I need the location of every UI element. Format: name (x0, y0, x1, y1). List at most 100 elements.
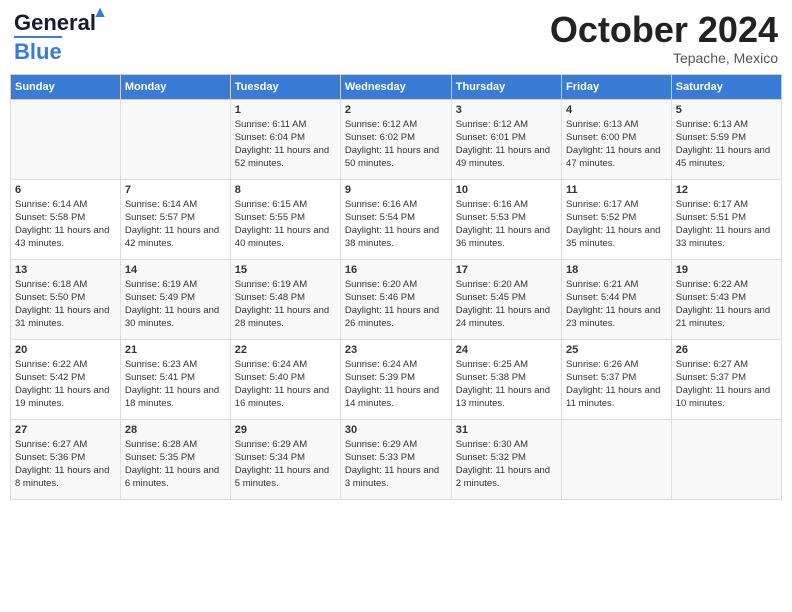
col-saturday: Saturday (671, 74, 781, 99)
sunset-text: Sunset: 5:55 PM (235, 211, 336, 224)
sunset-text: Sunset: 5:35 PM (125, 451, 226, 464)
day-info: Sunrise: 6:16 AM Sunset: 5:54 PM Dayligh… (345, 198, 447, 251)
table-row: 23 Sunrise: 6:24 AM Sunset: 5:39 PM Dayl… (340, 339, 451, 419)
daylight-text: Daylight: 11 hours and 21 minutes. (676, 304, 777, 331)
day-number: 19 (676, 264, 777, 276)
day-info: Sunrise: 6:22 AM Sunset: 5:42 PM Dayligh… (15, 358, 116, 411)
table-row: 19 Sunrise: 6:22 AM Sunset: 5:43 PM Dayl… (671, 259, 781, 339)
day-number: 26 (676, 344, 777, 356)
day-info: Sunrise: 6:29 AM Sunset: 5:34 PM Dayligh… (235, 438, 336, 491)
sunrise-text: Sunrise: 6:14 AM (15, 198, 116, 211)
sunset-text: Sunset: 5:49 PM (125, 291, 226, 304)
sunset-text: Sunset: 5:34 PM (235, 451, 336, 464)
calendar-week-row: 20 Sunrise: 6:22 AM Sunset: 5:42 PM Dayl… (11, 339, 782, 419)
day-number: 17 (456, 264, 557, 276)
month-title: October 2024 (550, 10, 778, 50)
table-row: 18 Sunrise: 6:21 AM Sunset: 5:44 PM Dayl… (562, 259, 672, 339)
sunset-text: Sunset: 6:00 PM (566, 131, 667, 144)
calendar-week-row: 1 Sunrise: 6:11 AM Sunset: 6:04 PM Dayli… (11, 99, 782, 179)
day-number: 7 (125, 184, 226, 196)
table-row: 10 Sunrise: 6:16 AM Sunset: 5:53 PM Dayl… (451, 179, 561, 259)
calendar-header-row: Sunday Monday Tuesday Wednesday Thursday… (11, 74, 782, 99)
table-row: 22 Sunrise: 6:24 AM Sunset: 5:40 PM Dayl… (230, 339, 340, 419)
day-number: 5 (676, 104, 777, 116)
col-thursday: Thursday (451, 74, 561, 99)
sunrise-text: Sunrise: 6:15 AM (235, 198, 336, 211)
sunrise-text: Sunrise: 6:26 AM (566, 358, 667, 371)
table-row: 11 Sunrise: 6:17 AM Sunset: 5:52 PM Dayl… (562, 179, 672, 259)
col-monday: Monday (120, 74, 230, 99)
col-tuesday: Tuesday (230, 74, 340, 99)
day-number: 23 (345, 344, 447, 356)
day-number: 31 (456, 424, 557, 436)
day-info: Sunrise: 6:13 AM Sunset: 6:00 PM Dayligh… (566, 118, 667, 171)
daylight-text: Daylight: 11 hours and 6 minutes. (125, 464, 226, 491)
sunset-text: Sunset: 5:36 PM (15, 451, 116, 464)
sunset-text: Sunset: 5:41 PM (125, 371, 226, 384)
calendar-week-row: 13 Sunrise: 6:18 AM Sunset: 5:50 PM Dayl… (11, 259, 782, 339)
calendar-table: Sunday Monday Tuesday Wednesday Thursday… (10, 74, 782, 500)
day-info: Sunrise: 6:29 AM Sunset: 5:33 PM Dayligh… (345, 438, 447, 491)
sunrise-text: Sunrise: 6:17 AM (566, 198, 667, 211)
sunrise-text: Sunrise: 6:24 AM (345, 358, 447, 371)
day-info: Sunrise: 6:13 AM Sunset: 5:59 PM Dayligh… (676, 118, 777, 171)
day-info: Sunrise: 6:22 AM Sunset: 5:43 PM Dayligh… (676, 278, 777, 331)
daylight-text: Daylight: 11 hours and 42 minutes. (125, 224, 226, 251)
table-row: 20 Sunrise: 6:22 AM Sunset: 5:42 PM Dayl… (11, 339, 121, 419)
sunrise-text: Sunrise: 6:27 AM (676, 358, 777, 371)
table-row: 3 Sunrise: 6:12 AM Sunset: 6:01 PM Dayli… (451, 99, 561, 179)
day-number: 6 (15, 184, 116, 196)
daylight-text: Daylight: 11 hours and 38 minutes. (345, 224, 447, 251)
table-row: 26 Sunrise: 6:27 AM Sunset: 5:37 PM Dayl… (671, 339, 781, 419)
sunset-text: Sunset: 5:51 PM (676, 211, 777, 224)
table-row: 5 Sunrise: 6:13 AM Sunset: 5:59 PM Dayli… (671, 99, 781, 179)
sunrise-text: Sunrise: 6:27 AM (15, 438, 116, 451)
daylight-text: Daylight: 11 hours and 47 minutes. (566, 144, 667, 171)
day-info: Sunrise: 6:15 AM Sunset: 5:55 PM Dayligh… (235, 198, 336, 251)
day-info: Sunrise: 6:20 AM Sunset: 5:45 PM Dayligh… (456, 278, 557, 331)
calendar-week-row: 27 Sunrise: 6:27 AM Sunset: 5:36 PM Dayl… (11, 419, 782, 499)
day-number: 11 (566, 184, 667, 196)
table-row: 4 Sunrise: 6:13 AM Sunset: 6:00 PM Dayli… (562, 99, 672, 179)
day-number: 15 (235, 264, 336, 276)
table-row (562, 419, 672, 499)
day-info: Sunrise: 6:19 AM Sunset: 5:48 PM Dayligh… (235, 278, 336, 331)
sunset-text: Sunset: 5:43 PM (676, 291, 777, 304)
sunrise-text: Sunrise: 6:13 AM (566, 118, 667, 131)
day-info: Sunrise: 6:11 AM Sunset: 6:04 PM Dayligh… (235, 118, 336, 171)
table-row: 2 Sunrise: 6:12 AM Sunset: 6:02 PM Dayli… (340, 99, 451, 179)
table-row: 12 Sunrise: 6:17 AM Sunset: 5:51 PM Dayl… (671, 179, 781, 259)
sunrise-text: Sunrise: 6:14 AM (125, 198, 226, 211)
sunset-text: Sunset: 5:54 PM (345, 211, 447, 224)
table-row: 25 Sunrise: 6:26 AM Sunset: 5:37 PM Dayl… (562, 339, 672, 419)
table-row: 27 Sunrise: 6:27 AM Sunset: 5:36 PM Dayl… (11, 419, 121, 499)
daylight-text: Daylight: 11 hours and 43 minutes. (15, 224, 116, 251)
day-info: Sunrise: 6:24 AM Sunset: 5:39 PM Dayligh… (345, 358, 447, 411)
sunrise-text: Sunrise: 6:22 AM (676, 278, 777, 291)
sunset-text: Sunset: 5:53 PM (456, 211, 557, 224)
day-info: Sunrise: 6:24 AM Sunset: 5:40 PM Dayligh… (235, 358, 336, 411)
daylight-text: Daylight: 11 hours and 13 minutes. (456, 384, 557, 411)
day-number: 14 (125, 264, 226, 276)
table-row: 15 Sunrise: 6:19 AM Sunset: 5:48 PM Dayl… (230, 259, 340, 339)
day-info: Sunrise: 6:12 AM Sunset: 6:02 PM Dayligh… (345, 118, 447, 171)
daylight-text: Daylight: 11 hours and 8 minutes. (15, 464, 116, 491)
daylight-text: Daylight: 11 hours and 10 minutes. (676, 384, 777, 411)
title-block: October 2024 Tepache, Mexico (550, 10, 778, 66)
day-number: 1 (235, 104, 336, 116)
day-info: Sunrise: 6:17 AM Sunset: 5:52 PM Dayligh… (566, 198, 667, 251)
day-info: Sunrise: 6:23 AM Sunset: 5:41 PM Dayligh… (125, 358, 226, 411)
day-info: Sunrise: 6:26 AM Sunset: 5:37 PM Dayligh… (566, 358, 667, 411)
daylight-text: Daylight: 11 hours and 2 minutes. (456, 464, 557, 491)
day-number: 9 (345, 184, 447, 196)
daylight-text: Daylight: 11 hours and 23 minutes. (566, 304, 667, 331)
daylight-text: Daylight: 11 hours and 16 minutes. (235, 384, 336, 411)
sunset-text: Sunset: 5:48 PM (235, 291, 336, 304)
sunrise-text: Sunrise: 6:30 AM (456, 438, 557, 451)
day-info: Sunrise: 6:25 AM Sunset: 5:38 PM Dayligh… (456, 358, 557, 411)
sunset-text: Sunset: 5:59 PM (676, 131, 777, 144)
table-row (120, 99, 230, 179)
sunrise-text: Sunrise: 6:28 AM (125, 438, 226, 451)
day-info: Sunrise: 6:21 AM Sunset: 5:44 PM Dayligh… (566, 278, 667, 331)
table-row: 6 Sunrise: 6:14 AM Sunset: 5:58 PM Dayli… (11, 179, 121, 259)
